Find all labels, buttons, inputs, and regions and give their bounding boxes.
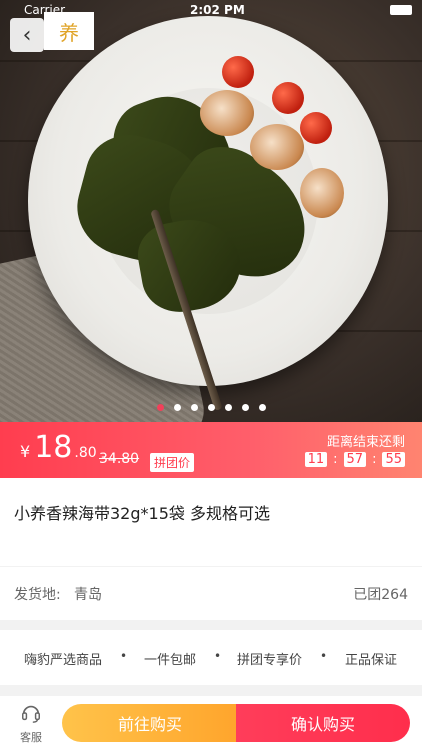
price-integer: 18 (34, 430, 73, 465)
back-arrow-icon: ‹ (22, 22, 32, 48)
carousel-indicator[interactable] (0, 404, 422, 411)
carousel-dot[interactable] (173, 404, 181, 411)
back-button[interactable]: ‹ (10, 18, 44, 52)
price-decimal: .80 (74, 445, 97, 461)
countdown-separator: : (372, 452, 377, 467)
product-title: 小养香辣海带32g*15袋 多规格可选 (14, 504, 270, 523)
carousel-dot[interactable] (207, 404, 215, 411)
clock: 2:02 PM (190, 3, 245, 17)
price-bar: ¥ 18 .80 34.80 拼团价 距离结束还剩 11 : 57 : 55 (0, 422, 422, 478)
bottom-action-bar: 客服 前往购买 确认购买 (0, 696, 422, 750)
go-buy-button[interactable]: 前往购买 (62, 704, 238, 742)
carousel-dot[interactable] (190, 404, 198, 411)
tag-item: 一件包邮 (144, 653, 197, 668)
carousel-dot[interactable] (258, 404, 266, 411)
group-price: ¥ 18 .80 (20, 430, 97, 465)
tag-item: 拼团专享价 (237, 653, 303, 668)
service-tags: 嗨豹严选商品 • 一件包邮 • 拼团专享价 • 正品保证 (0, 630, 422, 685)
original-price: 34.80 (99, 451, 140, 467)
tag-separator-dot: • (320, 649, 328, 663)
shipping-info: 发货地: 青岛 已团264 (0, 567, 422, 620)
tag-separator-dot: • (120, 649, 128, 663)
product-hero-image[interactable]: Carrier 2:02 PM ‹ 养 (0, 0, 422, 422)
battery-icon (390, 5, 412, 15)
carousel-dot[interactable] (224, 404, 232, 411)
brand-logo: 养 (44, 12, 94, 50)
countdown-separator: : (333, 452, 338, 467)
ship-from-city: 青岛 (74, 587, 102, 603)
group-count: 已团264 (353, 587, 408, 603)
countdown-seconds: 55 (382, 452, 405, 467)
group-price-tag: 拼团价 (150, 453, 195, 472)
headset-icon (22, 705, 40, 723)
countdown-hours: 11 (304, 452, 328, 467)
countdown-label: 距离结束还剩 (326, 435, 405, 450)
tag-separator-dot: • (214, 649, 222, 663)
countdown-timer: 11 : 57 : 55 (304, 452, 405, 467)
currency-symbol: ¥ (20, 442, 31, 461)
product-title-card: 小养香辣海带32g*15袋 多规格可选 (0, 478, 422, 566)
customer-service-label: 客服 (20, 731, 42, 744)
tag-item: 嗨豹严选商品 (24, 653, 103, 668)
ship-from-label: 发货地: (14, 587, 61, 603)
product-detail-page: Carrier 2:02 PM ‹ 养 ¥ 18 .80 34.80 拼团价 距… (0, 0, 422, 750)
countdown-minutes: 57 (343, 452, 367, 467)
carousel-dot[interactable] (241, 404, 249, 411)
customer-service-button[interactable]: 客服 (14, 702, 48, 745)
confirm-buy-button[interactable]: 确认购买 (236, 704, 410, 742)
carousel-dot[interactable] (156, 404, 164, 411)
tag-item: 正品保证 (345, 653, 398, 668)
